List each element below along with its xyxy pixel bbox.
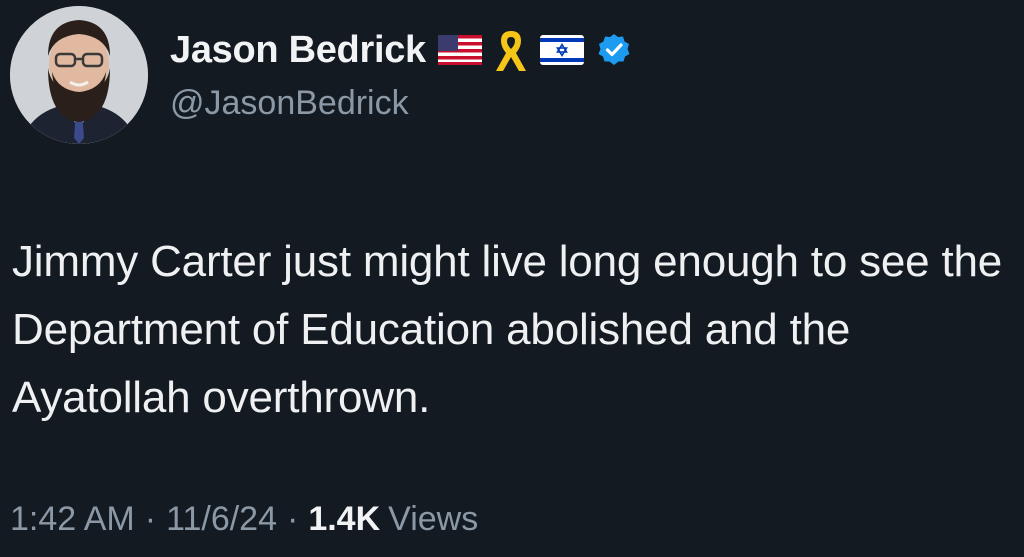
yellow-ribbon-icon [494,27,528,73]
tweet-header: Jason Bedrick @JasonBedrick [10,6,632,144]
name-row: Jason Bedrick [170,26,632,74]
verified-badge-icon[interactable] [596,32,632,68]
tweet-time[interactable]: 1:42 AM [10,500,135,539]
display-name[interactable]: Jason Bedrick [170,29,426,72]
author-identity: Jason Bedrick @JasonBedrick [170,26,632,123]
views-label: Views [388,500,479,538]
tweet-date[interactable]: 11/6/24 [166,500,277,539]
israel-flag-icon [539,35,584,65]
author-handle[interactable]: @JasonBedrick [170,84,632,123]
meta-separator: · [144,500,157,538]
tweet-meta: 1:42 AM · 11/6/24 · 1.4K Views [10,500,478,539]
avatar-portrait [10,6,148,144]
avatar[interactable] [10,6,148,144]
us-flag-icon [437,35,482,65]
tweet-text: Jimmy Carter just might live long enough… [12,237,1003,422]
tweet-card: Jason Bedrick @JasonBedrick Jimmy Carter… [0,0,1024,557]
meta-separator: · [287,500,299,538]
views-count[interactable]: 1.4K [308,500,380,539]
